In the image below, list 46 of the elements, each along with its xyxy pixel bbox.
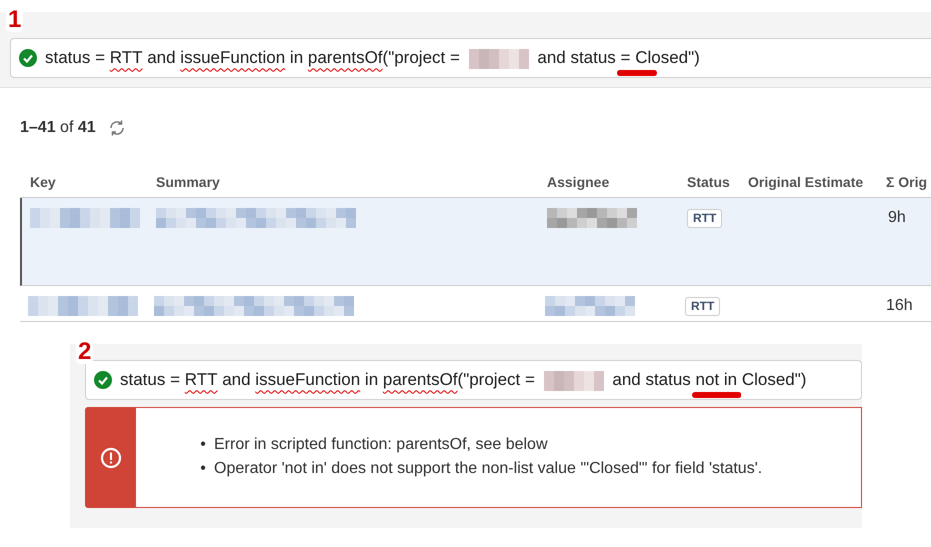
query-text: RTT bbox=[184, 369, 218, 392]
query-text: and bbox=[221, 369, 252, 392]
error-text: Error in scripted function: parentsOf, see below bbox=[214, 435, 548, 455]
alert-icon bbox=[100, 446, 122, 468]
query-text: Closed") bbox=[740, 369, 806, 392]
query-text: issueFunction bbox=[180, 47, 286, 70]
column-header[interactable]: Key bbox=[30, 174, 56, 190]
query-text: parentsOf bbox=[382, 369, 458, 392]
query-text: issueFunction bbox=[255, 369, 360, 392]
table-cell: 9h bbox=[888, 209, 906, 226]
query-text: status = bbox=[120, 369, 182, 392]
table-row[interactable]: RTT 9h bbox=[20, 198, 931, 286]
query-text: ("project = bbox=[382, 47, 461, 70]
query-text: and status bbox=[611, 369, 692, 392]
error-text: Operator 'not in' does not support the non-list value '"Closed"' for field 'status'. bbox=[214, 459, 762, 479]
step-number: 2 bbox=[76, 340, 94, 364]
column-header[interactable]: Summary bbox=[156, 174, 220, 190]
query-text: and bbox=[146, 47, 177, 70]
results-count: 1–41 of 41 bbox=[20, 118, 96, 138]
query-text: in bbox=[288, 47, 304, 70]
query-text: in bbox=[364, 369, 380, 392]
marker-underline bbox=[616, 70, 657, 76]
query-text: and status bbox=[536, 47, 617, 70]
column-header[interactable]: Assignee bbox=[547, 174, 610, 190]
query-text: = bbox=[620, 48, 630, 68]
refresh-icon[interactable] bbox=[108, 119, 126, 137]
query-text: RTT bbox=[110, 47, 142, 70]
table-cell: 16h bbox=[886, 297, 913, 314]
bullet: • bbox=[199, 435, 207, 455]
step-number: 1 bbox=[6, 8, 24, 32]
query-field[interactable]: status = RTT and issueFunction in parentsOf("project = and status not in Closed") bbox=[85, 360, 862, 400]
status-lozenge: RTT bbox=[687, 209, 722, 228]
query-text: Closed") bbox=[634, 47, 700, 70]
query-text: ("project = bbox=[458, 369, 536, 392]
bullet: • bbox=[199, 459, 207, 479]
query-text: parentsOf bbox=[308, 47, 383, 70]
query-field[interactable]: status = RTT and issueFunction in parentsOf("project = and status = Closed") bbox=[10, 38, 931, 78]
column-header[interactable]: Status bbox=[687, 174, 730, 190]
query-text: not in bbox=[696, 370, 738, 390]
query-text: status = bbox=[45, 47, 106, 70]
column-header[interactable]: Σ Orig bbox=[886, 174, 928, 190]
status-lozenge: RTT bbox=[685, 297, 720, 316]
marker-underline bbox=[692, 392, 742, 398]
redaction-drawing bbox=[544, 370, 604, 391]
column-header[interactable]: Original Estimate bbox=[748, 174, 864, 190]
redaction-drawing bbox=[468, 48, 529, 69]
